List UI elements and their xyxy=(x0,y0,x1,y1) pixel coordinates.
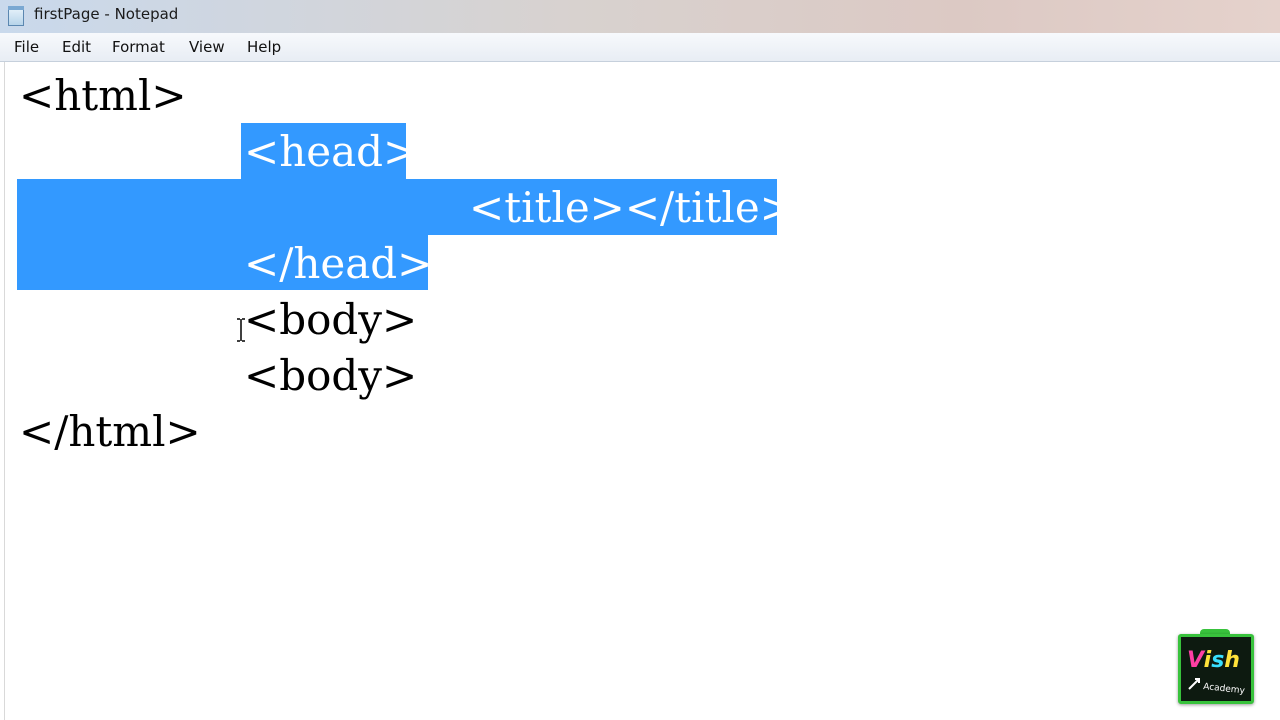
code-line: <body> xyxy=(244,351,418,400)
code-line-selected: </head> xyxy=(244,239,433,288)
text-editor[interactable] xyxy=(4,62,1280,720)
code-line-selected: <title></title> xyxy=(469,183,795,232)
menu-bar: File Edit Format View Help xyxy=(0,33,1280,62)
logo-icon: Vish Academy xyxy=(1187,648,1246,696)
menu-edit[interactable]: Edit xyxy=(62,38,91,56)
ibeam-cursor-icon xyxy=(237,318,245,342)
code-line: <html> xyxy=(19,71,187,120)
menu-view[interactable]: View xyxy=(189,38,225,56)
code-line: </html> xyxy=(19,407,201,456)
menu-help[interactable]: Help xyxy=(247,38,281,56)
code-line-selected: <head> xyxy=(244,127,419,176)
window-title: firstPage - Notepad xyxy=(34,5,179,23)
menu-format[interactable]: Format xyxy=(112,38,165,56)
title-bar: firstPage - Notepad xyxy=(0,0,1280,34)
code-line: <body> xyxy=(244,295,418,344)
notepad-icon xyxy=(8,6,24,26)
svg-text:Academy: Academy xyxy=(1203,682,1246,696)
svg-text:Vish: Vish xyxy=(1187,648,1240,673)
vish-academy-logo: Vish Academy xyxy=(1178,634,1254,704)
menu-file[interactable]: File xyxy=(14,38,39,56)
